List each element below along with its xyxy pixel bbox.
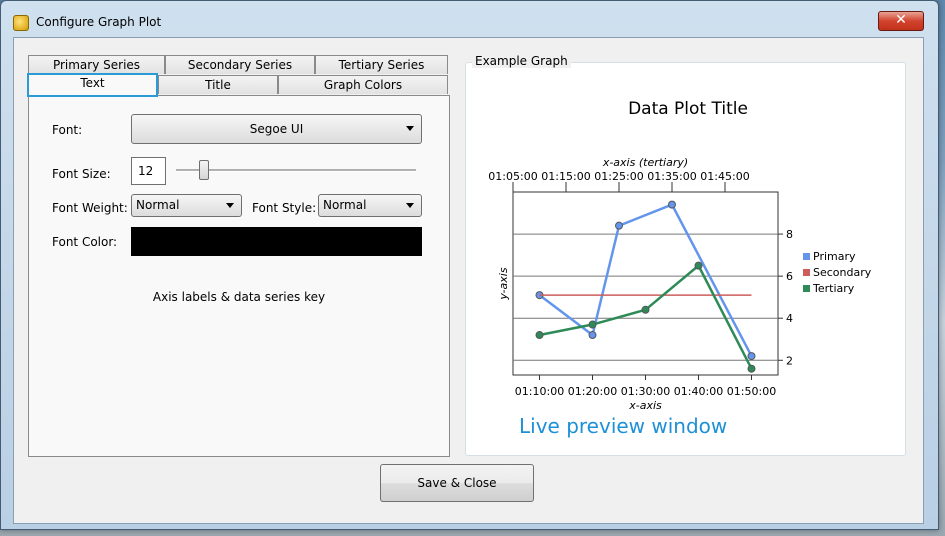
data-point-tertiary	[747, 364, 756, 373]
font-size-slider-thumb[interactable]	[199, 160, 209, 180]
font-weight-select[interactable]: Normal	[131, 194, 242, 217]
font-select-value: Segoe UI	[249, 122, 304, 136]
x2-tick-label: 01:15:00	[541, 170, 590, 183]
tab-title[interactable]: Title	[158, 75, 278, 94]
x2-tick-label: 01:05:00	[488, 170, 537, 183]
font-style-label: Font Style:	[252, 201, 317, 215]
data-point-tertiary	[588, 320, 597, 329]
font-color-label: Font Color:	[52, 235, 118, 249]
dialog-window: Configure Graph Plot ✕ Primary Series Se…	[0, 0, 939, 530]
font-weight-value: Normal	[136, 198, 180, 212]
chevron-down-icon	[406, 126, 414, 131]
chevron-down-icon	[226, 202, 234, 208]
font-select[interactable]: Segoe UI	[131, 114, 422, 144]
x2-tick-label: 01:35:00	[647, 170, 696, 183]
example-graph-chart: Data Plot Title 2 4 6 8 01:10:00 01:20:00 01:30…	[488, 99, 872, 412]
y-tick-label: 8	[786, 228, 793, 241]
x-tick-label: 01:30:00	[621, 385, 670, 398]
example-graph-group: Example Graph Data Plot Title 2 4 6 8 01:10:0…	[465, 54, 906, 456]
tab-tertiary-series[interactable]: Tertiary Series	[315, 55, 448, 74]
close-button[interactable]: ✕	[878, 11, 924, 31]
tab-secondary-series[interactable]: Secondary Series	[165, 55, 315, 74]
chart-title: Data Plot Title	[628, 99, 748, 119]
font-label: Font:	[52, 123, 83, 137]
text-tab-description: Axis labels & data series key	[152, 290, 326, 304]
legend-swatch-primary	[803, 253, 810, 260]
dialog-client: Primary Series Secondary Series Tertiary…	[13, 37, 924, 524]
data-point-tertiary	[535, 331, 544, 340]
tab-text[interactable]: Text	[27, 73, 158, 97]
title-bar[interactable]: Configure Graph Plot ✕	[1, 1, 938, 35]
x2-tick-label: 01:25:00	[594, 170, 643, 183]
data-point-primary	[668, 200, 676, 209]
x-tick-label: 01:10:00	[515, 385, 564, 398]
data-point-primary	[588, 331, 597, 340]
text-tab-panel: Font: Segoe UI Font Size: 12 Font Weight…	[28, 95, 450, 457]
plot-area-frame	[512, 191, 779, 376]
data-point-tertiary	[694, 261, 703, 270]
y-tick-label: 2	[786, 354, 793, 367]
data-point-tertiary	[641, 305, 650, 314]
window-title: Configure Graph Plot	[36, 15, 162, 29]
x-tick-label: 01:20:00	[568, 385, 617, 398]
legend-label-tertiary: Tertiary	[812, 282, 855, 295]
x-axis-label: x-axis	[628, 399, 662, 412]
x2-axis-label: x-axis (tertiary)	[602, 156, 688, 169]
live-preview-caption: Live preview window	[519, 414, 728, 438]
tab-graph-colors[interactable]: Graph Colors	[278, 75, 448, 94]
save-close-button[interactable]: Save & Close	[380, 464, 534, 502]
x-tick-label: 01:50:00	[727, 385, 776, 398]
series-line-tertiary	[539, 263, 753, 370]
y-tick-label: 4	[786, 312, 793, 325]
series-line-primary	[538, 203, 753, 357]
legend-swatch-secondary	[803, 269, 810, 276]
font-size-slider-track[interactable]	[176, 169, 416, 172]
y-tick-label: 6	[786, 270, 793, 283]
chevron-down-icon	[406, 202, 414, 208]
font-weight-label: Font Weight:	[52, 201, 128, 215]
x-tick-label: 01:40:00	[674, 385, 723, 398]
font-size-label: Font Size:	[52, 167, 111, 181]
legend-swatch-tertiary	[803, 285, 810, 292]
app-icon	[13, 15, 29, 31]
legend-label-secondary: Secondary	[813, 266, 872, 279]
data-point-primary	[615, 221, 623, 230]
x2-tick-label: 01:45:00	[700, 170, 749, 183]
font-size-input[interactable]: 12	[131, 157, 166, 185]
legend-label-primary: Primary	[813, 250, 856, 263]
y-axis-label: y-axis	[497, 267, 510, 300]
font-style-select[interactable]: Normal	[318, 194, 422, 217]
tab-primary-series[interactable]: Primary Series	[28, 55, 165, 74]
data-point-primary	[747, 352, 756, 361]
font-color-swatch[interactable]	[131, 227, 422, 256]
font-style-value: Normal	[323, 198, 367, 212]
